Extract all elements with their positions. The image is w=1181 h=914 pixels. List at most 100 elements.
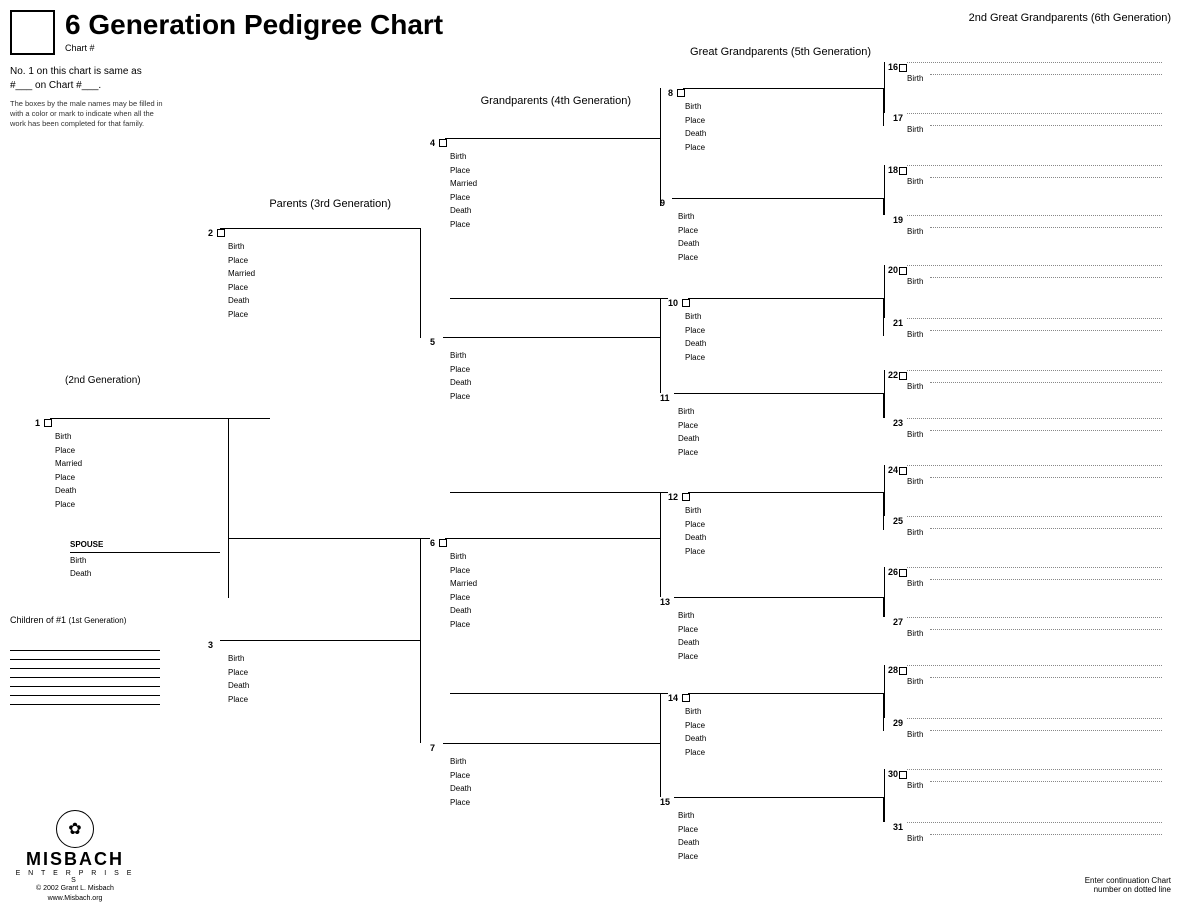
- conn-h-6-12: [450, 492, 668, 493]
- p19-birth: Birth: [907, 227, 923, 236]
- person-5-name: [443, 337, 660, 338]
- person-12-fields: Birth Place Death Place: [685, 504, 706, 558]
- p24-birth: Birth: [907, 477, 923, 486]
- p25-num: 25: [893, 516, 903, 526]
- gen-label-6th: 2nd Great Grandparents (6th Generation): [969, 12, 1171, 24]
- p29-num: 29: [893, 718, 903, 728]
- p19-num: 19: [893, 215, 903, 225]
- pedigree-chart: 6 Generation Pedigree Chart Chart # 2nd …: [0, 0, 1181, 914]
- p20-name: [907, 265, 1162, 266]
- no1-text: No. 1 on this chart is same as #___ on C…: [10, 65, 165, 93]
- person-7-name: [443, 743, 660, 744]
- person-14-num: 14: [668, 693, 690, 704]
- p25-birth-line: [930, 528, 1162, 529]
- p16-birth: Birth: [907, 74, 923, 83]
- chart-title: 6 Generation Pedigree Chart: [65, 10, 443, 41]
- conn-v-10-11: [660, 298, 661, 393]
- person-1-name-line: [50, 418, 270, 419]
- person-10-num: 10: [668, 298, 690, 309]
- p27-birth: Birth: [907, 629, 923, 638]
- conn-h-4-8: [450, 138, 660, 139]
- p17-birth-line: [930, 125, 1162, 126]
- left-info: No. 1 on this chart is same as #___ on C…: [10, 65, 165, 128]
- p30-birth: Birth: [907, 781, 923, 790]
- conn-v-15-30: [883, 797, 884, 822]
- conn-v-11-22: [883, 393, 884, 418]
- conn-h-3-6: [228, 538, 430, 539]
- person-8-fields: Birth Place Death Place: [685, 100, 706, 154]
- person-8-num: 8: [668, 88, 685, 99]
- p18-birth-line: [930, 177, 1162, 178]
- p19-name: [907, 215, 1162, 216]
- p16-name: [907, 62, 1162, 63]
- gen-label-5th: Great Grandparents (5th Generation): [690, 46, 871, 58]
- p31-num: 31: [893, 822, 903, 832]
- p24-num: 24: [888, 465, 907, 475]
- person-13-fields: Birth Place Death Place: [678, 609, 699, 663]
- person-1-num: 1: [35, 418, 52, 429]
- person-3-num: 3: [208, 640, 213, 651]
- p21-birth-line: [930, 330, 1162, 331]
- person-14-fields: Birth Place Death Place: [685, 705, 706, 759]
- person-1-fields: Birth Place Married Place Death Place: [55, 430, 82, 512]
- conn-h-5-10: [450, 298, 668, 299]
- p21-num: 21: [893, 318, 903, 328]
- logo-enterprises: E N T E R P R I S E S: [10, 870, 140, 884]
- conn-v-4-5: [420, 228, 421, 338]
- p23-birth-line: [930, 430, 1162, 431]
- p30-name: [907, 769, 1162, 770]
- person-3-fields: Birth Place Death Place: [228, 652, 249, 706]
- p31-birth-line: [930, 834, 1162, 835]
- conn-v-28-29: [884, 665, 885, 718]
- p28-birth: Birth: [907, 677, 923, 686]
- conn-v-30-31: [884, 769, 885, 822]
- logo-name: MISBACH: [10, 849, 140, 870]
- p26-num: 26: [888, 567, 907, 577]
- person-7-num: 7: [430, 743, 435, 754]
- p25-birth: Birth: [907, 528, 923, 537]
- conn-h-9-18: [683, 198, 883, 199]
- p16-birth-line: [930, 74, 1162, 75]
- person-12-name: [688, 492, 883, 493]
- chart-box: [10, 10, 55, 55]
- p18-name: [907, 165, 1162, 166]
- conn-v-3-6: [228, 418, 229, 538]
- p29-birth-line: [930, 730, 1162, 731]
- conn-h-7-14: [450, 693, 668, 694]
- p22-num: 22: [888, 370, 907, 380]
- p17-name: [907, 113, 1162, 114]
- person-5-fields: Birth Place Death Place: [450, 349, 471, 403]
- p23-num: 23: [893, 418, 903, 428]
- person-6-num: 6: [430, 538, 447, 549]
- conn-v-20-21: [884, 265, 885, 318]
- conn-v-24-25: [884, 465, 885, 516]
- chart-num: Chart #: [65, 43, 443, 53]
- p22-name: [907, 370, 1162, 371]
- conn-v-13-26: [883, 597, 884, 617]
- conn-v-8-9: [660, 88, 661, 198]
- p24-birth-line: [930, 477, 1162, 478]
- person-10-name: [688, 298, 883, 299]
- conn-v-22-23: [884, 370, 885, 418]
- logo-circle: ✿: [56, 810, 94, 848]
- person-14-name: [688, 693, 883, 694]
- person-5-num: 5: [430, 337, 435, 348]
- p17-num: 17: [893, 113, 903, 123]
- conn-h-2-4: [228, 228, 420, 229]
- logo-area: ✿ MISBACH E N T E R P R I S E S © 2002 G…: [10, 810, 140, 904]
- person-11-num: 11: [660, 393, 670, 404]
- person-3-name: [220, 640, 420, 641]
- p29-birth: Birth: [907, 730, 923, 739]
- p25-name: [907, 516, 1162, 517]
- person-11-fields: Birth Place Death Place: [678, 405, 699, 459]
- conn-v-26-27: [884, 567, 885, 617]
- gen-label-3rd: Parents (3rd Generation): [269, 198, 391, 210]
- children-label: Children of #1 (1st Generation): [10, 615, 126, 625]
- person-6-name: [445, 538, 660, 539]
- person-15-fields: Birth Place Death Place: [678, 809, 699, 863]
- person-15-num: 15: [660, 797, 670, 808]
- person-2-num: 2: [208, 228, 225, 239]
- conn-v-16-17: [884, 62, 885, 113]
- gen-label-4th: Grandparents (4th Generation): [481, 95, 631, 107]
- p27-birth-line: [930, 629, 1162, 630]
